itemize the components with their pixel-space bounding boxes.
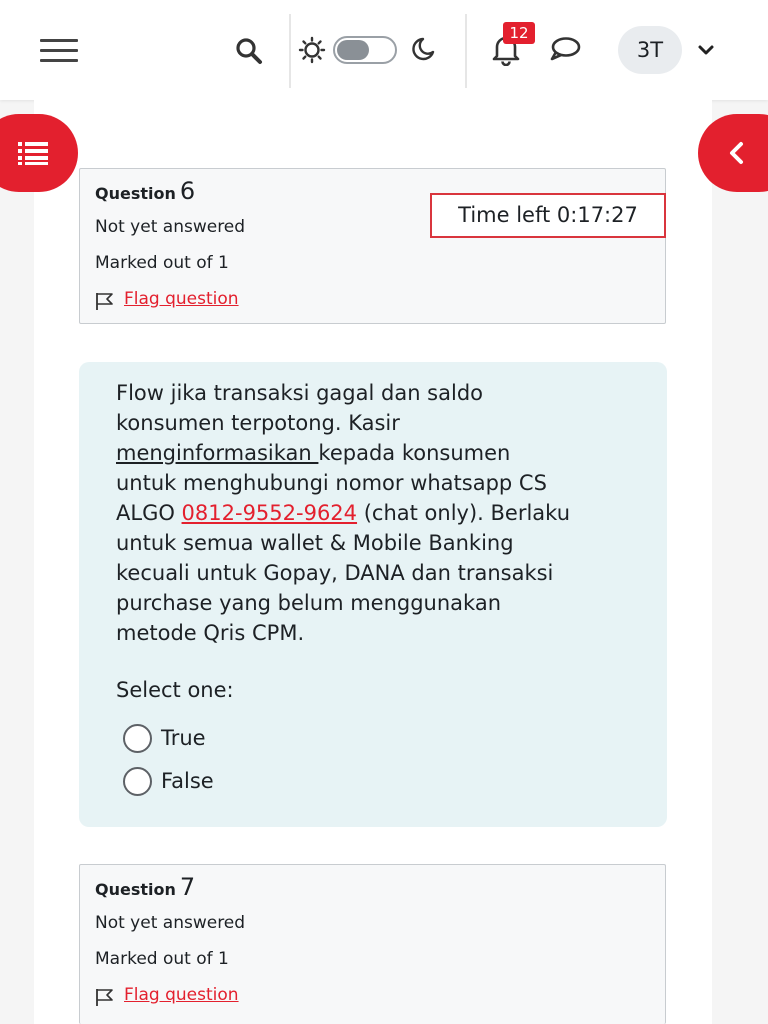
question-text-line: metode Qris CPM.	[116, 621, 305, 645]
search-icon[interactable]	[232, 34, 266, 68]
toggle-knob	[337, 40, 369, 60]
phone-link[interactable]: 0812-9552-9624	[182, 501, 358, 525]
flag-icon	[96, 293, 113, 310]
chevron-left-icon	[730, 142, 743, 164]
flag-icon	[96, 989, 113, 1006]
option-label[interactable]: False	[161, 765, 214, 797]
option-label[interactable]: True	[161, 722, 206, 754]
question-text: Flow jika transaksi gagal dan saldo kons…	[116, 378, 656, 648]
question-info-7: Question 7 Not yet answered Marked out of…	[79, 864, 666, 1024]
course-index-toggle-button[interactable]	[0, 114, 78, 192]
question-number: Question 7	[95, 873, 195, 901]
question-state: Not yet answered	[95, 913, 246, 933]
menu-icon[interactable]	[40, 36, 78, 64]
question-text-line: konsumen terpotong. Kasir	[116, 411, 400, 435]
user-avatar[interactable]: 3T	[618, 26, 682, 74]
question-text-line: ALGO 0812-9552-9624 (chat only). Berlaku	[116, 498, 656, 528]
question-text-line: menginformasikan kepada konsumen	[116, 438, 656, 468]
question-text-line: untuk semua wallet & Mobile Banking	[116, 531, 514, 555]
top-navbar: 12 3T	[0, 0, 768, 100]
moon-icon	[412, 37, 435, 61]
flag-question-link[interactable]: Flag question	[124, 985, 239, 1005]
text-span: konsumen	[401, 441, 511, 465]
question-info-6: Question 6 Not yet answered Marked out of…	[79, 168, 666, 324]
list-icon	[18, 142, 48, 165]
underlined-text: menginformasikan	[116, 441, 319, 465]
answer-prompt: Select one:	[116, 678, 234, 702]
text-span: ALGO	[116, 501, 182, 525]
radio-true[interactable]	[123, 724, 152, 753]
text-span: kepada	[318, 441, 402, 465]
question-grade: Marked out of 1	[95, 949, 229, 969]
question-grade: Marked out of 1	[95, 253, 229, 273]
notification-count-badge: 12	[503, 22, 535, 44]
question-number: Question 6	[95, 177, 195, 205]
question-text-line: untuk menghubungi nomor whatsapp CS	[116, 471, 547, 495]
chat-icon[interactable]	[548, 34, 582, 64]
question-number-value: 7	[179, 873, 196, 901]
radio-false[interactable]	[123, 767, 152, 796]
question-label: Question	[95, 880, 176, 899]
question-state: Not yet answered	[95, 217, 246, 237]
nav-divider	[465, 14, 467, 88]
quiz-timer: Time left 0:17:27	[430, 193, 666, 238]
question-content-6: Flow jika transaksi gagal dan saldo kons…	[79, 362, 667, 827]
question-text-line: kecuali untuk Gopay, DANA dan transaksi	[116, 561, 554, 585]
flag-question-link[interactable]: Flag question	[124, 289, 239, 309]
question-label: Question	[95, 184, 176, 203]
sun-icon	[298, 36, 326, 64]
question-number-value: 6	[179, 177, 196, 205]
question-text-line: purchase yang belum menggunakan	[116, 591, 502, 615]
nav-divider	[289, 14, 291, 88]
question-text-line: Flow jika transaksi gagal dan saldo	[116, 381, 483, 405]
text-span: (chat only). Berlaku	[357, 501, 570, 525]
chevron-down-icon[interactable]	[696, 40, 716, 60]
quiz-navigation-toggle-button[interactable]	[698, 114, 768, 192]
dark-mode-toggle[interactable]	[333, 36, 397, 64]
